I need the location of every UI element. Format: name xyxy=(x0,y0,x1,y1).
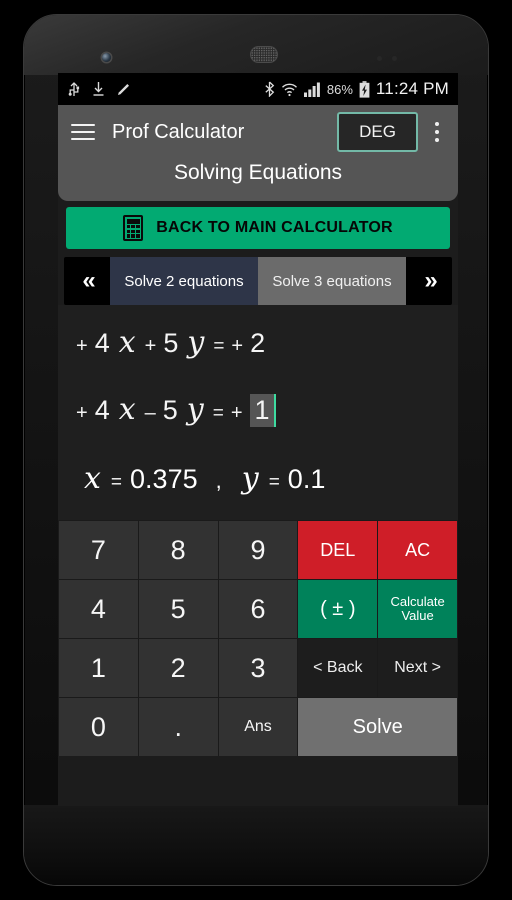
device-top-bezel xyxy=(24,15,488,75)
usb-icon xyxy=(67,81,81,98)
key-6[interactable]: 6 xyxy=(218,580,298,638)
hamburger-menu-icon[interactable] xyxy=(68,117,98,147)
phone-device: 86% 11:24 PM Prof Calculator DEG Solving… xyxy=(23,14,489,886)
angle-mode-button[interactable]: DEG xyxy=(337,112,418,152)
key-ans[interactable]: Ans xyxy=(218,698,298,756)
download-icon xyxy=(92,81,105,97)
key-4[interactable]: 4 xyxy=(59,580,138,638)
light-sensor xyxy=(392,56,397,61)
calculator-icon xyxy=(123,215,144,241)
key-decimal-point[interactable]: . xyxy=(138,698,218,756)
equation-row-2[interactable]: + 4 x – 5 y = + 1 xyxy=(58,368,458,435)
app-bar-row: Prof Calculator DEG xyxy=(58,105,458,159)
back-to-main-calculator-button[interactable]: BACK TO MAIN CALCULATOR xyxy=(66,207,450,249)
equations-display: + 4 x + 5 y = + 2 + 4 x – 5 y = + 1 x = … xyxy=(58,305,458,520)
battery-percent-label: 86% xyxy=(326,81,353,97)
key-next[interactable]: Next > xyxy=(378,639,457,697)
eq2-sign-b: – xyxy=(144,402,156,424)
key-5[interactable]: 5 xyxy=(138,580,218,638)
result-variable-x: x xyxy=(84,461,101,496)
key-7[interactable]: 7 xyxy=(59,521,138,579)
proximity-sensor xyxy=(377,56,382,61)
earpiece-speaker xyxy=(251,47,277,62)
pencil-icon xyxy=(116,82,131,97)
eq2-variable-y: y xyxy=(186,392,204,427)
key-solve[interactable]: Solve xyxy=(298,698,457,756)
bluetooth-icon xyxy=(264,81,275,97)
status-bar-right-icons: 86% 11:24 PM xyxy=(264,79,449,99)
status-bar: 86% 11:24 PM xyxy=(58,73,458,105)
eq1-coeff-a[interactable]: 4 xyxy=(95,328,110,359)
result-value-x: 0.375 xyxy=(130,464,198,494)
eq2-constant-active-field[interactable]: 1 xyxy=(249,394,276,427)
signal-icon xyxy=(303,82,321,97)
status-bar-left-icons xyxy=(67,81,131,98)
eq1-variable-x: x xyxy=(118,325,136,360)
status-bar-clock: 11:24 PM xyxy=(375,79,449,98)
calculator-keypad: 7 8 9 DEL AC 4 5 6 ( ± ) Calculate Value… xyxy=(58,520,458,756)
key-back[interactable]: < Back xyxy=(298,639,378,697)
equation-row-1[interactable]: + 4 x + 5 y = + 2 xyxy=(58,317,458,368)
main-button-container: BACK TO MAIN CALCULATOR xyxy=(58,201,458,254)
page-subtitle: Solving Equations xyxy=(173,161,343,184)
key-1[interactable]: 1 xyxy=(59,639,138,697)
tab-solve-3-equations[interactable]: Solve 3 equations xyxy=(258,257,406,305)
next-tab-arrow-icon[interactable]: » xyxy=(406,257,452,305)
key-0[interactable]: 0 xyxy=(59,698,138,756)
overflow-menu-icon[interactable] xyxy=(426,115,448,149)
key-2[interactable]: 2 xyxy=(138,639,218,697)
result-separator: , xyxy=(215,468,222,493)
key-8[interactable]: 8 xyxy=(138,521,218,579)
equation-mode-tabs: « Solve 2 equations Solve 3 equations » xyxy=(64,257,452,305)
key-calculate-value[interactable]: Calculate Value xyxy=(378,580,457,638)
eq1-sign-a: + xyxy=(76,335,88,357)
eq1-equals: = xyxy=(213,336,225,357)
eq1-variable-y: y xyxy=(187,325,205,360)
eq2-variable-x: x xyxy=(118,392,136,427)
front-camera-icon xyxy=(102,53,111,62)
page-title: Prof Calculator xyxy=(112,120,245,143)
key-plus-minus[interactable]: ( ± ) xyxy=(298,580,378,638)
tab-solve-2-equations[interactable]: Solve 2 equations xyxy=(110,257,258,305)
eq1-sign-b: + xyxy=(144,335,157,357)
key-9[interactable]: 9 xyxy=(218,521,298,579)
eq2-equals: = xyxy=(212,403,224,424)
back-to-main-calculator-label: BACK TO MAIN CALCULATOR xyxy=(156,219,393,236)
result-equals-y: = xyxy=(268,472,280,493)
key-3[interactable]: 3 xyxy=(218,639,298,697)
eq1-constant[interactable]: 2 xyxy=(250,328,265,359)
eq1-coeff-b[interactable]: 5 xyxy=(163,328,178,359)
phone-screen: 86% 11:24 PM Prof Calculator DEG Solving… xyxy=(58,73,458,806)
eq2-coeff-b[interactable]: 5 xyxy=(163,395,178,426)
eq2-sign-c: + xyxy=(230,402,243,424)
eq2-sign-a: + xyxy=(76,402,88,424)
key-delete[interactable]: DEL xyxy=(298,521,378,579)
key-all-clear[interactable]: AC xyxy=(378,521,457,579)
result-equals-x: = xyxy=(110,472,123,493)
wifi-icon xyxy=(281,82,298,97)
prev-tab-arrow-icon[interactable]: « xyxy=(64,257,110,305)
result-value-y: 0.1 xyxy=(287,464,326,494)
eq1-sign-c: + xyxy=(231,335,244,357)
battery-charging-icon xyxy=(359,80,370,98)
eq2-coeff-a[interactable]: 4 xyxy=(95,395,110,426)
solution-result: x = 0.375 , y = 0.1 xyxy=(58,435,458,514)
device-bottom-bezel xyxy=(24,805,488,885)
app-bar: Prof Calculator DEG Solving Equations xyxy=(58,105,458,201)
result-variable-y: y xyxy=(241,461,259,496)
